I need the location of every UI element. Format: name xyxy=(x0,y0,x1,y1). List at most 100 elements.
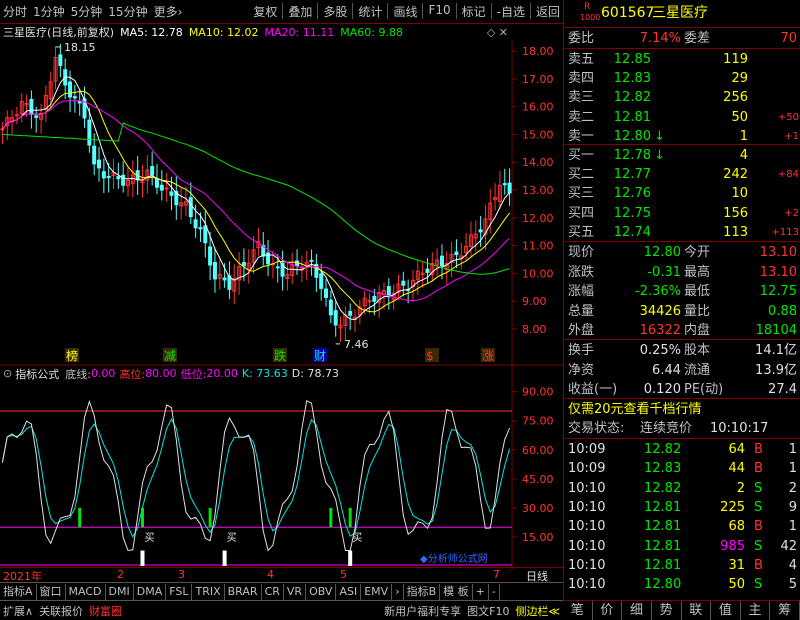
ask-row[interactable]: 卖三 12.82 256 xyxy=(564,88,800,107)
level-volume: 4 xyxy=(739,148,748,163)
quote-tab[interactable]: 价 xyxy=(593,601,623,620)
event-marker[interactable]: 减 xyxy=(164,349,176,363)
quote-tab[interactable]: 笔 xyxy=(563,601,593,620)
indicator-tab[interactable]: MACD xyxy=(66,583,106,600)
period-button[interactable]: 5分钟 xyxy=(68,3,106,20)
candle-body xyxy=(309,259,314,262)
bottom-left-item[interactable]: 扩展∧ xyxy=(0,603,36,619)
bid-row[interactable]: 买五 12.74 113 +113 xyxy=(564,223,800,242)
quote-tab[interactable]: 势 xyxy=(652,601,682,620)
indicator-tab[interactable]: + xyxy=(473,583,489,600)
y-tick-label: 13.00 xyxy=(522,184,554,197)
candles xyxy=(0,43,512,343)
tick-row: 10:10 12.81 68 B 1 xyxy=(564,517,800,536)
toolbar-button[interactable]: 统计 xyxy=(355,3,385,20)
indicator-tab[interactable]: DMI xyxy=(106,583,134,600)
indicator-tab[interactable]: CR xyxy=(262,583,284,600)
bid-row[interactable]: 买四 12.75 156 +2 xyxy=(564,204,800,223)
level-change: +1 xyxy=(784,130,799,142)
indicator-tab[interactable]: OBV xyxy=(306,583,337,600)
toolbar-button[interactable]: 复权 xyxy=(250,3,280,20)
stat-value: 27.4 xyxy=(768,382,797,397)
indicator-tab[interactable]: FSL xyxy=(166,583,193,600)
y-tick-label: 60.00 xyxy=(522,444,554,457)
stat-label: PE(动) xyxy=(684,382,724,397)
bid-row[interactable]: 买三 12.76 10 xyxy=(564,184,800,203)
buy-signal-label: 买 xyxy=(144,532,154,544)
y-tick-label: 14.00 xyxy=(522,156,554,169)
y-tick-label: 45.00 xyxy=(522,473,554,486)
level-volume: 10 xyxy=(731,186,748,202)
toolbar-button[interactable]: 标记 xyxy=(459,3,489,20)
chart-options-icon[interactable]: ◇ ✕ xyxy=(487,26,508,39)
tick-volume: 68 xyxy=(728,519,745,535)
ask-row[interactable]: 卖二 12.81 50 +50 xyxy=(564,108,800,127)
tick-price: 12.81 xyxy=(644,499,682,515)
toolbar-button[interactable]: 画线 xyxy=(390,3,420,20)
toolbar-button[interactable]: 叠加 xyxy=(285,3,315,20)
x-axis: 2021年 2 3 4 5 7 日线 xyxy=(0,567,563,583)
indicator-tab[interactable]: 指标B xyxy=(404,583,441,600)
promo-row[interactable]: 仅需20元查看千档行情 xyxy=(564,400,800,419)
quote-tab[interactable]: 筹 xyxy=(770,601,800,620)
bid-row[interactable]: 买一 12.78 ↓ 4 xyxy=(564,146,800,165)
indicator-tab[interactable]: TRIX xyxy=(192,583,225,600)
toolbar-button[interactable]: F10 xyxy=(425,3,453,20)
stat-label: 最高 xyxy=(684,264,711,280)
event-marker[interactable]: 榜 xyxy=(66,348,78,363)
quote-tab[interactable]: 值 xyxy=(711,601,741,620)
stat-value: 13.9亿 xyxy=(755,362,797,378)
bid-row[interactable]: 买二 12.77 242 +84 xyxy=(564,165,800,184)
indicator-tab[interactable]: DMA xyxy=(134,583,167,600)
event-marker[interactable]: $ xyxy=(426,349,434,363)
candle-body xyxy=(188,197,193,218)
toolbar-button[interactable]: 返回 xyxy=(533,3,563,20)
indicator-tab[interactable]: 模 板 xyxy=(440,583,473,600)
indicator-tab[interactable]: - xyxy=(489,583,500,600)
period-button[interactable]: 分时 xyxy=(0,3,30,20)
bottom-right-item[interactable]: 新用户福利专享 xyxy=(381,603,464,619)
ask-row[interactable]: 卖一 12.80 ↓ 1 +1 xyxy=(564,127,800,146)
candlestick-chart[interactable]: 18.00 17.00 16.00 15.00 14.00 13.00 12.00 11.00… xyxy=(0,40,563,366)
tick-price: 12.81 xyxy=(644,519,682,535)
tick-time: 10:09 xyxy=(568,442,606,457)
period-button[interactable]: 更多› xyxy=(151,3,186,20)
stat-row: 净资 6.44 流通 13.9亿 xyxy=(564,361,800,380)
tick-count: 1 xyxy=(788,519,797,535)
toolbar-divider xyxy=(317,3,319,19)
analyst-link[interactable]: ◆分析师公式网 xyxy=(420,552,488,565)
bottom-left-item[interactable]: 财富圈 xyxy=(86,603,125,619)
event-marker[interactable]: 跌 xyxy=(274,348,286,363)
quote-tab[interactable]: 细 xyxy=(622,601,652,620)
indicator-tab[interactable]: VR xyxy=(284,583,307,600)
toolbar-button[interactable]: 多股 xyxy=(320,3,350,20)
quote-tab[interactable]: 联 xyxy=(682,601,712,620)
candle-body xyxy=(154,178,159,188)
indicator-tab[interactable]: EMV xyxy=(361,583,393,600)
level-price: 12.81 xyxy=(613,109,651,125)
stat-label: 收益(一) xyxy=(568,382,618,397)
bottom-right-item[interactable]: 图文F10 xyxy=(464,603,512,619)
indicator-tab[interactable]: › xyxy=(392,583,404,600)
ask-row[interactable]: 卖五 12.85 119 xyxy=(564,50,800,69)
bottom-left-item[interactable]: 关联报价 xyxy=(36,603,86,619)
indicator-tab[interactable]: 窗口 xyxy=(37,583,66,600)
candle-body xyxy=(328,299,333,316)
event-marker[interactable]: 涨 xyxy=(482,348,494,363)
toolbar-button[interactable]: -自选 xyxy=(494,3,528,20)
tick-price: 12.81 xyxy=(644,557,682,573)
stat-value: 13.10 xyxy=(759,264,797,280)
kd-indicator-chart[interactable]: 90.00 75.00 60.00 45.00 30.00 15.00 买 买 买 ◆分析师公式网 xyxy=(0,366,563,570)
indicator-tab[interactable]: BRAR xyxy=(225,583,262,600)
promo-text[interactable]: 仅需20元查看千档行情 xyxy=(568,400,702,419)
quote-tab[interactable]: 主 xyxy=(741,601,771,620)
period-button[interactable]: 15分钟 xyxy=(105,3,150,20)
indicator-tab[interactable]: 指标A xyxy=(0,583,37,600)
ask-row[interactable]: 卖四 12.83 29 xyxy=(564,69,800,88)
level-price: 12.85 xyxy=(613,52,651,67)
candle-body xyxy=(87,119,92,146)
period-button[interactable]: 1分钟 xyxy=(30,3,68,20)
indicator-tab[interactable]: ASI xyxy=(336,583,362,600)
event-marker[interactable]: 财 xyxy=(314,349,326,363)
bottom-right-item[interactable]: 侧边栏≪ xyxy=(512,603,563,619)
